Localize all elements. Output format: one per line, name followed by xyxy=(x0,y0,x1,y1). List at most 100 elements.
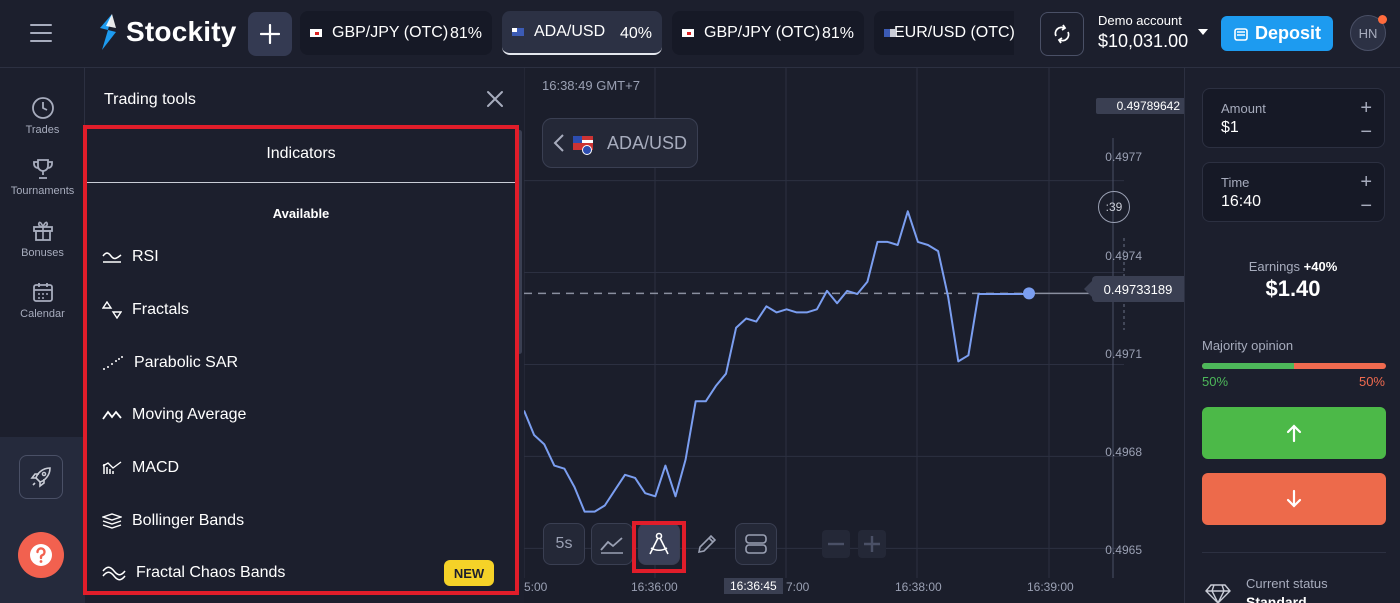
refresh-icon xyxy=(1054,24,1070,44)
trophy-icon xyxy=(32,159,53,179)
deposit-button[interactable]: Deposit xyxy=(1221,16,1333,51)
arrow-up-icon xyxy=(1286,424,1302,443)
menu-icon[interactable] xyxy=(30,24,52,42)
earnings-label: Earnings +40% xyxy=(1248,259,1338,274)
brand-name: Stockity xyxy=(126,16,237,47)
sidebar-item-tournaments[interactable]: Tournaments xyxy=(0,157,85,197)
amount-field[interactable]: Amount $1 + − xyxy=(1202,88,1385,148)
asset-tab-ada-usd[interactable]: ADA/USD 40% xyxy=(502,11,662,55)
earnings-value: $1.40 xyxy=(1265,276,1321,301)
diamond-icon xyxy=(1205,584,1231,603)
y-tick: 0.4977 xyxy=(1105,150,1142,164)
y-tick: 0.4971 xyxy=(1105,347,1142,361)
logo[interactable]: Stockity xyxy=(96,14,237,50)
majority-up-fill xyxy=(1202,363,1294,369)
asset-selector[interactable]: ADA/USD xyxy=(542,118,698,168)
x-tick: 5:00 xyxy=(524,580,548,594)
tab-name: ADA/USD xyxy=(534,23,606,40)
y-tick: 0.4974 xyxy=(1105,249,1142,263)
x-tick: 16:39:00 xyxy=(1027,580,1074,594)
server-clock: 16:38:49 GMT+7 xyxy=(542,78,640,93)
asset-tab-eurusd-otc[interactable]: EUR/USD (OTC) xyxy=(874,11,1014,55)
account-switcher[interactable]: Demo account $10,031.00 xyxy=(1098,13,1188,52)
zoom-in-icon[interactable] xyxy=(857,529,887,559)
status-value: Standard xyxy=(1246,594,1307,603)
pencil-icon xyxy=(697,534,717,554)
clock-icon xyxy=(31,97,54,119)
time-plus-icon[interactable]: + xyxy=(1360,171,1372,194)
rocket-button[interactable] xyxy=(19,455,63,499)
amount-plus-icon[interactable]: + xyxy=(1360,97,1372,120)
tab-name: GBP/JPY (OTC) xyxy=(332,24,449,41)
majority-opinion-label: Majority opinion xyxy=(1202,338,1294,353)
arrow-down-icon xyxy=(1286,489,1302,508)
majority-down-percent: 50% xyxy=(1358,374,1385,389)
highlight-box xyxy=(632,521,686,573)
time-field[interactable]: Time 16:40 + − xyxy=(1202,162,1385,222)
panel-title: Trading tools xyxy=(104,91,196,108)
earnings-percent: +40% xyxy=(1303,259,1338,274)
tab-percent: 81% xyxy=(449,25,482,42)
y-tick: 0.4965 xyxy=(1105,543,1142,557)
add-asset-button[interactable] xyxy=(248,12,292,56)
rocket-icon xyxy=(30,467,51,488)
tab-percent: 81% xyxy=(821,25,854,42)
status-label: Current status xyxy=(1246,576,1328,591)
current-price-point xyxy=(1023,287,1035,300)
sidebar-item-bonuses[interactable]: Bonuses xyxy=(0,219,85,259)
x-tick: 7:00 xyxy=(786,580,810,594)
trade-panel: Amount $1 + − Time 16:40 + − Earnings +4… xyxy=(1184,68,1400,603)
notification-dot xyxy=(1378,15,1387,24)
flag-icon xyxy=(512,28,524,36)
current-price-label: 0.49733189 xyxy=(1084,276,1184,302)
top-bar: Stockity GBP/JPY (OTC) 81% ADA/USD 40% G… xyxy=(0,0,1400,68)
amount-value[interactable]: $1 xyxy=(1221,119,1239,137)
help-button[interactable] xyxy=(18,532,64,578)
divider xyxy=(1202,552,1386,553)
layout-button[interactable] xyxy=(735,523,777,565)
trading-tools-panel: Trading tools Indicators Available RSI F… xyxy=(83,68,524,603)
account-balance: $10,031.00 xyxy=(1098,31,1189,51)
sidebar-item-trades[interactable]: Trades xyxy=(0,96,85,136)
chevron-left-icon xyxy=(553,134,564,152)
sell-down-button[interactable] xyxy=(1202,473,1386,525)
chart-area[interactable]: 16:38:49 GMT+7 ADA/USD 0.49789642 0.4977… xyxy=(524,68,1184,603)
asset-tab-gbpjpy-otc[interactable]: GBP/JPY (OTC) 81% xyxy=(300,11,492,55)
app-window: Stockity GBP/JPY (OTC) 81% ADA/USD 40% G… xyxy=(0,0,1400,603)
layout-icon xyxy=(745,534,767,554)
time-label: Time xyxy=(1221,175,1250,190)
sidebar-item-label: Bonuses xyxy=(21,247,64,259)
majority-up-percent: 50% xyxy=(1202,374,1229,389)
zoom-out-icon[interactable] xyxy=(821,529,851,559)
logo-icon xyxy=(100,14,116,50)
close-icon[interactable] xyxy=(486,90,504,108)
wallet-icon xyxy=(1234,27,1248,41)
highlight-box xyxy=(83,125,519,595)
timeframe-button[interactable]: 5s xyxy=(543,523,585,565)
plus-icon xyxy=(260,24,280,44)
drawing-tool-button[interactable] xyxy=(686,523,728,565)
tab-name: EUR/USD (OTC) xyxy=(894,24,1014,41)
reset-balance-button[interactable] xyxy=(1040,12,1084,56)
deposit-label: Deposit xyxy=(1254,23,1321,43)
sidebar-item-label: Trades xyxy=(25,124,60,136)
time-minus-icon[interactable]: − xyxy=(1360,195,1372,218)
zoom-controls xyxy=(817,523,891,565)
sidebar-bottom xyxy=(0,437,85,603)
y-tick: 0.4968 xyxy=(1105,445,1142,459)
price-high-label: 0.49789642 xyxy=(1096,98,1184,114)
chart-type-button[interactable] xyxy=(591,523,633,565)
flag-icon xyxy=(682,29,694,37)
amount-minus-icon[interactable]: − xyxy=(1360,121,1372,144)
asset-tab-gbpjpy-otc-2[interactable]: GBP/JPY (OTC) 81% xyxy=(672,11,864,55)
amount-label: Amount xyxy=(1221,101,1266,116)
buy-up-button[interactable] xyxy=(1202,407,1386,459)
time-value[interactable]: 16:40 xyxy=(1221,193,1261,211)
sidebar-item-calendar[interactable]: Calendar xyxy=(0,280,85,320)
sidebar-item-label: Calendar xyxy=(20,308,65,320)
tab-name: GBP/JPY (OTC) xyxy=(704,24,821,41)
caret-down-icon[interactable] xyxy=(1198,29,1208,35)
expiry-timer: :39 xyxy=(1098,191,1130,223)
asset-name: ADA/USD xyxy=(607,132,688,153)
majority-opinion-bar xyxy=(1202,363,1386,369)
